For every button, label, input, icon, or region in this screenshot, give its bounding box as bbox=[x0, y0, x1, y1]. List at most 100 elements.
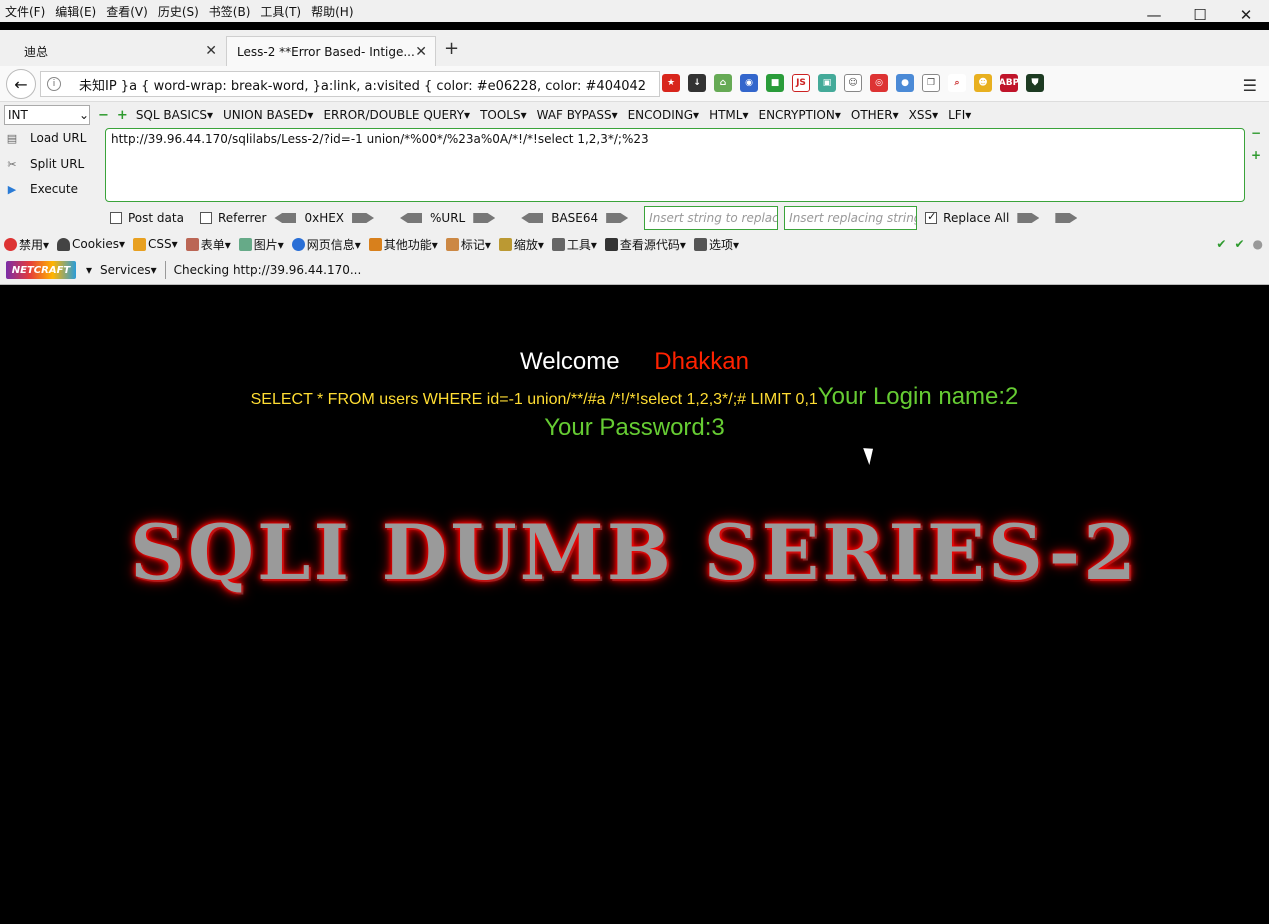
resize-menu[interactable]: 缩放▾ bbox=[498, 236, 544, 253]
menu-tools[interactable]: 工具(T) bbox=[255, 3, 306, 20]
url-encode-arrow-icon[interactable] bbox=[473, 213, 496, 223]
target-icon[interactable]: ◎ bbox=[870, 74, 888, 92]
netcraft-status: Checking http://39.96.44.170... bbox=[173, 263, 362, 277]
menu-error-double-query[interactable]: ERROR/DOUBLE QUERY▾ bbox=[323, 108, 470, 122]
info-icon[interactable]: i bbox=[47, 77, 61, 91]
status-dot-icon[interactable]: ● bbox=[1253, 237, 1263, 251]
outline-menu[interactable]: 标记▾ bbox=[445, 236, 491, 253]
menu-bookmarks[interactable]: 书签(B) bbox=[204, 3, 256, 20]
shield-icon[interactable]: ⛊ bbox=[1026, 74, 1044, 92]
close-window-button[interactable]: ✕ bbox=[1223, 0, 1269, 30]
url-decode-arrow-icon[interactable] bbox=[400, 213, 423, 223]
replace-all-label: Replace All bbox=[943, 211, 1010, 225]
tab-close-icon[interactable]: ✕ bbox=[205, 43, 217, 59]
base64-encode-arrow-icon[interactable] bbox=[606, 213, 629, 223]
netcraft-logo[interactable]: NETCRAFT bbox=[6, 261, 76, 279]
china-flag-icon[interactable]: ★ bbox=[662, 74, 680, 92]
menu-tools[interactable]: TOOLS▾ bbox=[480, 108, 527, 122]
replace-all-checkbox[interactable] bbox=[925, 210, 938, 224]
jsc-icon[interactable]: JS bbox=[792, 74, 810, 92]
maximize-button[interactable]: ☐ bbox=[1177, 0, 1223, 30]
pages-icon[interactable]: ❐ bbox=[922, 74, 940, 92]
palette-icon[interactable]: ☺ bbox=[844, 74, 862, 92]
plus-icon[interactable]: + bbox=[117, 108, 128, 123]
hex-decode-arrow-icon[interactable] bbox=[274, 213, 297, 223]
load-url-button[interactable]: ▤ Load URL bbox=[4, 130, 87, 146]
menu-view[interactable]: 查看(V) bbox=[101, 3, 153, 20]
hackbar-minus-icon[interactable]: − bbox=[1251, 126, 1261, 140]
menu-html[interactable]: HTML▾ bbox=[709, 108, 748, 122]
minus-icon[interactable]: − bbox=[98, 108, 109, 123]
minimize-button[interactable]: — bbox=[1131, 0, 1177, 30]
post-data-checkbox[interactable] bbox=[110, 212, 122, 224]
menu-union-based[interactable]: UNION BASED▾ bbox=[223, 108, 313, 122]
tools-label: 工具▾ bbox=[566, 237, 597, 252]
download-icon[interactable]: ↓ bbox=[688, 74, 706, 92]
menu-encryption[interactable]: ENCRYPTION▾ bbox=[758, 108, 840, 122]
hackbar-menus: − + SQL BASICS▾ UNION BASED▾ ERROR/DOUBL… bbox=[98, 105, 981, 125]
monkey-icon[interactable]: ☻ bbox=[974, 74, 992, 92]
options-label: 选项▾ bbox=[708, 237, 739, 252]
view-source-menu[interactable]: 查看源代码▾ bbox=[604, 236, 686, 253]
images-label: 图片▾ bbox=[253, 237, 284, 252]
magnifier-icon[interactable]: ⌕ bbox=[948, 74, 966, 92]
house-lock-icon[interactable]: ⌂ bbox=[714, 74, 732, 92]
hackbar-url-input[interactable]: http://39.96.44.170/sqlilabs/Less-2/?id=… bbox=[105, 128, 1245, 202]
tab-less2[interactable]: Less-2 **Error Based- Intige... ✕ bbox=[226, 36, 436, 66]
insert-replacing-input[interactable]: Insert replacing string bbox=[784, 206, 918, 230]
mouse-cursor-icon bbox=[863, 445, 878, 465]
type-select[interactable]: INT ⌄ bbox=[4, 105, 90, 125]
menu-history[interactable]: 历史(S) bbox=[153, 3, 204, 20]
insert-string-input[interactable]: Insert string to replace bbox=[644, 206, 779, 230]
forms-menu[interactable]: 表单▾ bbox=[185, 236, 231, 253]
menu-help[interactable]: 帮助(H) bbox=[306, 3, 358, 20]
misc-label: 其他功能▾ bbox=[383, 237, 438, 252]
windows-icon[interactable]: ■ bbox=[766, 74, 784, 92]
replace-arrow-icon[interactable] bbox=[1017, 213, 1040, 223]
netcraft-services-menu[interactable]: Services▾ bbox=[100, 263, 157, 277]
address-bar[interactable]: i 未知IP }a { word-wrap: break-word, }a:li… bbox=[40, 71, 660, 97]
menu-lfi[interactable]: LFI▾ bbox=[948, 108, 971, 122]
extension-icons: ★ ↓ ⌂ ◉ ■ JS ▣ ☺ ◎ ● ❐ ⌕ ☻ ABP ⛊ bbox=[662, 74, 1044, 92]
options-menu[interactable]: 选项▾ bbox=[693, 236, 739, 253]
tools-menu[interactable]: 工具▾ bbox=[551, 236, 597, 253]
referrer-checkbox[interactable] bbox=[199, 212, 212, 224]
back-button[interactable]: ← bbox=[6, 69, 36, 99]
netcraft-dropdown-icon[interactable]: ▾ bbox=[86, 263, 92, 277]
css-menu[interactable]: CSS▾ bbox=[133, 237, 178, 251]
tree-icon[interactable]: ◉ bbox=[740, 74, 758, 92]
cookies-menu[interactable]: Cookies▾ bbox=[57, 237, 125, 251]
adblock-icon[interactable]: ABP bbox=[999, 74, 1019, 92]
view-source-label: 查看源代码▾ bbox=[619, 237, 686, 252]
query-line: SELECT * FROM users WHERE id=-1 union/**… bbox=[0, 383, 1269, 411]
globe-icon[interactable]: ● bbox=[896, 74, 914, 92]
execute-button[interactable]: ▶ Execute bbox=[4, 181, 78, 197]
new-tab-button[interactable]: + bbox=[444, 38, 459, 59]
menu-other[interactable]: OTHER▾ bbox=[851, 108, 899, 122]
address-text: 未知IP }a { word-wrap: break-word, }a:link… bbox=[79, 78, 647, 94]
menu-xss[interactable]: XSS▾ bbox=[909, 108, 938, 122]
disable-menu[interactable]: 禁用▾ bbox=[4, 236, 49, 253]
base64-label: BASE64 bbox=[551, 211, 599, 225]
css-valid-check-icon[interactable]: ✔ bbox=[1216, 237, 1226, 251]
js-valid-check-icon[interactable]: ✔ bbox=[1234, 237, 1244, 251]
base64-decode-arrow-icon[interactable] bbox=[521, 213, 544, 223]
image-icon[interactable]: ▣ bbox=[818, 74, 836, 92]
split-url-button[interactable]: ✂ Split URL bbox=[4, 156, 84, 172]
misc-menu[interactable]: 其他功能▾ bbox=[368, 236, 438, 253]
menu-bar: 文件(F) 编辑(E) 查看(V) 历史(S) 书签(B) 工具(T) 帮助(H… bbox=[0, 0, 1269, 22]
hex-encode-arrow-icon[interactable] bbox=[352, 213, 375, 223]
menu-encoding[interactable]: ENCODING▾ bbox=[628, 108, 699, 122]
images-menu[interactable]: 图片▾ bbox=[238, 236, 284, 253]
menu-waf-bypass[interactable]: WAF BYPASS▾ bbox=[537, 108, 618, 122]
menu-edit[interactable]: 编辑(E) bbox=[50, 3, 101, 20]
tab-dizong[interactable]: 迪总 ✕ bbox=[0, 36, 225, 66]
menu-sql-basics[interactable]: SQL BASICS▾ bbox=[136, 108, 213, 122]
menu-icon[interactable]: ☰ bbox=[1243, 76, 1257, 95]
page-info-menu[interactable]: 网页信息▾ bbox=[291, 236, 361, 253]
menu-file[interactable]: 文件(F) bbox=[0, 3, 50, 20]
hackbar-plus-icon[interactable]: + bbox=[1251, 148, 1261, 162]
execute-label: Execute bbox=[30, 182, 78, 196]
replace-all-arrow-icon[interactable] bbox=[1055, 213, 1078, 223]
tab-close-icon[interactable]: ✕ bbox=[415, 44, 427, 60]
